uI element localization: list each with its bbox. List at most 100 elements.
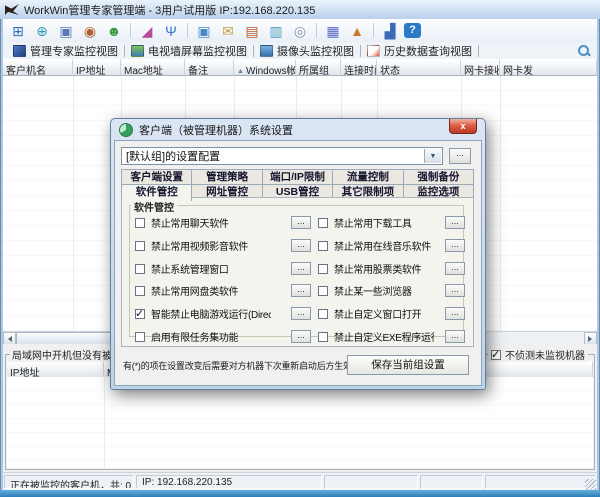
view-tab-label: 历史数据查询视图 — [384, 43, 472, 59]
checkbox-block-online-music[interactable] — [318, 241, 328, 251]
browse-button[interactable]: ... — [291, 307, 311, 320]
client-table-header: 客户机名 IP地址 Mac地址 备注 ▲Windows帐户 所属组 连接时间 状… — [3, 59, 597, 76]
status-monitored-count: 正在被监控的客户机，共: 0 — [4, 475, 134, 489]
mail-icon[interactable]: ✉ — [218, 22, 238, 40]
statistics-icon[interactable]: ◢ — [137, 22, 157, 40]
browse-button[interactable]: ... — [445, 216, 465, 229]
checkbox-block-browsers[interactable] — [318, 286, 328, 296]
checkbox-block-netdisk[interactable] — [135, 286, 145, 296]
browse-button[interactable]: ... — [291, 284, 311, 297]
option-row: 禁止常用视频影音软件 ... — [135, 239, 311, 252]
cd-burn-icon[interactable]: ◎ — [290, 22, 310, 40]
column-header-mac[interactable]: Mac地址 — [121, 59, 185, 76]
save-group-settings-button[interactable]: 保存当前组设置 — [347, 355, 469, 375]
option-row: 启用有限任务集功能 ... — [135, 330, 311, 343]
column-header-connect-time[interactable]: 连接时间 — [341, 59, 377, 76]
remote-desktop-icon[interactable]: ▣ — [194, 22, 214, 40]
option-label: 智能禁止电脑游戏运行(DirectX) — [151, 306, 271, 321]
view-tab-label: 摄像头监控视图 — [277, 43, 354, 59]
column-header-nic-send[interactable]: 网卡发 — [500, 59, 597, 76]
tab-client-settings[interactable]: 客户端设置 — [122, 170, 192, 184]
column-header-remark[interactable]: 备注 — [185, 59, 234, 76]
search-icon[interactable] — [577, 44, 590, 57]
column-header-windows-account[interactable]: ▲Windows帐户 — [234, 59, 296, 76]
users-icon[interactable]: ☻ — [104, 22, 124, 40]
shop-cart-icon[interactable]: ▟ — [380, 22, 400, 40]
window-manage-icon[interactable]: ▥ — [266, 22, 286, 40]
dialog-close-button[interactable]: x — [449, 119, 477, 134]
file-log-icon[interactable]: ▤ — [242, 22, 262, 40]
config-group-select[interactable]: [默认组]的设置配置 ▼ — [121, 147, 443, 165]
camera-search-icon[interactable]: ◉ — [80, 22, 100, 40]
windows-icon[interactable]: ⊞ — [8, 22, 28, 40]
checkbox-block-games-directx[interactable] — [135, 309, 145, 319]
camera-view-icon — [260, 45, 273, 57]
help-icon[interactable]: ? — [404, 23, 421, 38]
browse-button[interactable]: ... — [445, 262, 465, 275]
tab-tv-wall-view[interactable]: 电视墙屏幕监控视图 — [125, 42, 253, 59]
browse-button[interactable]: ... — [445, 239, 465, 252]
checkbox-block-stock-software[interactable] — [318, 264, 328, 274]
browse-button[interactable]: ... — [445, 307, 465, 320]
checkbox-block-download-tools[interactable] — [318, 218, 328, 228]
tab-traffic-control[interactable]: 流量控制 — [333, 170, 403, 184]
status-panel — [420, 475, 483, 489]
status-panel — [485, 475, 596, 489]
column-header-group[interactable]: 所属组 — [296, 59, 341, 76]
dialog-app-icon — [119, 123, 133, 137]
lan-table-body[interactable] — [7, 377, 593, 468]
option-label: 禁止系统管理窗口 — [151, 261, 229, 276]
checkbox-limited-taskset[interactable] — [135, 332, 145, 342]
dialog-title: 客户端（被管理机器）系统设置 — [139, 122, 293, 138]
option-row: 禁止常用聊天软件 ... — [135, 216, 311, 229]
screen-settings-icon[interactable]: ▣ — [56, 22, 76, 40]
internet-icon[interactable]: ⊕ — [32, 22, 52, 40]
alert-icon[interactable]: ▲ — [347, 22, 367, 40]
tab-port-ip-limit[interactable]: 端口/IP限制 — [263, 170, 333, 184]
resize-grip[interactable] — [585, 479, 596, 490]
history-query-icon — [367, 45, 380, 57]
checkbox-block-sysadmin-window[interactable] — [135, 264, 145, 274]
lan-column-ip[interactable]: IP地址 — [7, 361, 104, 378]
settings-dialog: 客户端（被管理机器）系统设置 x [默认组]的设置配置 ▼ ... 客户端设置 … — [110, 118, 486, 390]
config-browse-button[interactable]: ... — [449, 148, 471, 164]
option-row: 禁止常用在线音乐软件 ... — [318, 239, 465, 252]
no-detect-checkbox-row[interactable]: 不侦测未监视机器 — [488, 347, 588, 362]
option-label: 禁止自定义窗口打开 — [334, 306, 421, 321]
checkbox-block-video[interactable] — [135, 241, 145, 251]
chevron-down-icon[interactable]: ▼ — [424, 149, 441, 163]
monitor-view-icon — [13, 45, 26, 57]
software-group-title: 软件管控 — [131, 199, 177, 214]
no-detect-checkbox[interactable] — [491, 350, 501, 360]
window-bottom-frame — [0, 490, 600, 497]
option-row: 禁止常用网盘类软件 ... — [135, 284, 311, 297]
checkbox-block-chat[interactable] — [135, 218, 145, 228]
tab-history-query-view[interactable]: 历史数据查询视图 — [361, 42, 478, 59]
column-header-nic-recv[interactable]: 网卡接收... — [461, 59, 500, 76]
checkbox-block-custom-exe[interactable] — [318, 332, 328, 342]
browse-button[interactable]: ... — [291, 239, 311, 252]
option-label: 禁止常用股票类软件 — [334, 261, 421, 276]
toolbar-separator — [373, 23, 374, 38]
status-bar: 正在被监控的客户机，共: 0 IP: 192.168.220.135 — [3, 472, 597, 491]
notebook-icon[interactable]: ▦ — [323, 22, 343, 40]
usb-control-icon[interactable]: Ψ — [161, 22, 181, 40]
tab-camera-view[interactable]: 摄像头监控视图 — [254, 42, 360, 59]
browse-button[interactable]: ... — [291, 216, 311, 229]
tab-manage-policy[interactable]: 管理策略 — [192, 170, 262, 184]
column-header-status[interactable]: 状态 — [377, 59, 461, 76]
browse-button[interactable]: ... — [291, 262, 311, 275]
column-header-client-name[interactable]: 客户机名 — [3, 59, 73, 76]
tab-force-backup[interactable]: 强制备份 — [404, 170, 473, 184]
option-label: 禁止常用聊天软件 — [151, 215, 229, 230]
column-divider — [104, 377, 105, 468]
browse-button[interactable]: ... — [445, 284, 465, 297]
browse-button[interactable]: ... — [445, 330, 465, 343]
column-header-ip[interactable]: IP地址 — [73, 59, 121, 76]
sort-asc-icon: ▲ — [237, 68, 244, 75]
tab-manager-monitor-view[interactable]: 管理专家监控视图 — [7, 42, 124, 59]
status-ip: IP: 192.168.220.135 — [136, 475, 322, 489]
checkbox-block-custom-window[interactable] — [318, 309, 328, 319]
tab-software-control[interactable]: 软件管控 — [122, 185, 192, 201]
browse-button[interactable]: ... — [291, 330, 311, 343]
